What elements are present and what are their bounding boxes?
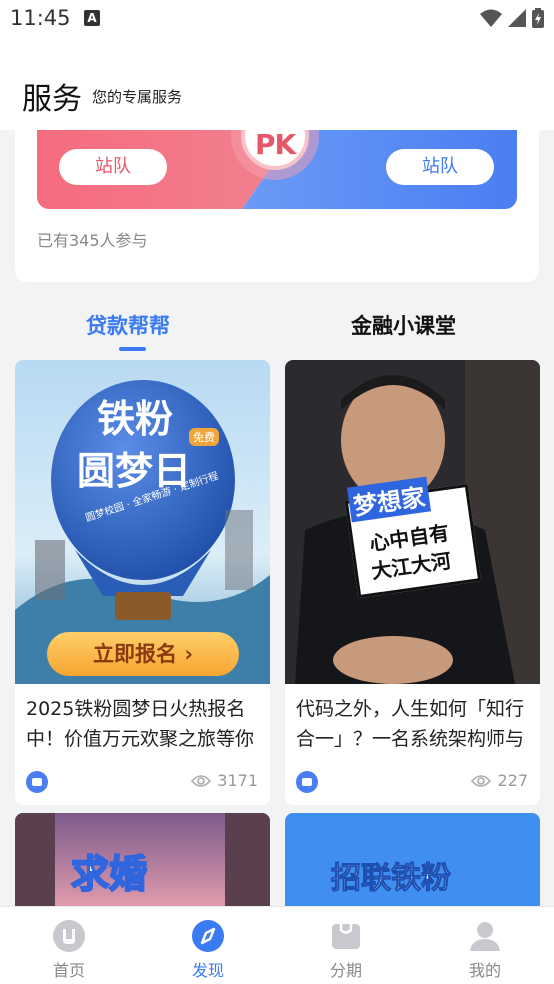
discover-icon — [192, 920, 224, 952]
article-card[interactable]: 招联铁粉 — [285, 813, 540, 913]
nav-home-label: 首页 — [52, 961, 85, 980]
nav-profile[interactable]: 我的 — [435, 907, 535, 984]
card-caption: 2025铁粉圆梦日火热报名中！价值万元欢聚之旅等你 — [26, 698, 255, 750]
tab-loan-help[interactable]: 贷款帮帮 — [86, 310, 170, 340]
fan-event-image: 招联铁粉 — [285, 813, 540, 913]
signal-icon — [508, 9, 526, 27]
page-header: 服务 您的专属服务 — [0, 38, 554, 130]
balloon-event-image: 铁粉 圆梦日 免费 圆梦校园 · 全家畅游 · 定制行程 立即报名 › — [15, 360, 270, 684]
page-subtitle: 您的专属服务 — [92, 88, 183, 106]
home-icon — [53, 920, 85, 952]
card-caption: 代码之外，人生如何「知行合一」？一名系统架构师与 — [296, 698, 525, 750]
signup-cta: 立即报名 › — [93, 642, 193, 666]
nav-discover-label: 发现 — [191, 961, 224, 980]
tab-finance-class[interactable]: 金融小课堂 — [351, 310, 456, 340]
bottom-navigation: 首页 发现 分期 我的 — [0, 906, 554, 984]
view-count-value: 227 — [497, 771, 528, 790]
interview-photo: 梦想家 心中自有 大江大河 — [285, 360, 540, 684]
pk-left-team-button[interactable]: 站队 — [59, 149, 167, 185]
nav-profile-label: 我的 — [468, 961, 501, 980]
wifi-icon — [480, 9, 502, 27]
page-title: 服务 — [22, 82, 82, 117]
article-card[interactable]: 求婚 — [15, 813, 270, 913]
fan-event-title: 招联铁粉 — [331, 861, 452, 897]
article-card[interactable]: 梦想家 心中自有 大江大河 代码之外，人生如何「知行合一」？一名系统架构师与 2… — [285, 360, 540, 805]
nav-discover[interactable]: 发现 — [158, 907, 258, 984]
notification-a-icon: A — [84, 10, 100, 26]
nav-installment[interactable]: 分期 — [296, 907, 396, 984]
publisher-logo-icon — [26, 771, 48, 793]
proposal-image: 求婚 — [15, 813, 270, 913]
view-count: 3171 — [191, 771, 258, 790]
view-count: 227 — [471, 771, 528, 790]
pk-badge: PK — [255, 130, 296, 161]
participants-count: 已有345人参与 — [37, 231, 148, 250]
proposal-title: 求婚 — [70, 851, 148, 897]
view-count-value: 3171 — [217, 771, 258, 790]
active-tab-indicator — [119, 347, 146, 351]
content-tabs: 贷款帮帮 金融小课堂 — [0, 300, 554, 356]
balloon-title-line1: 铁粉 — [97, 396, 174, 441]
eye-icon — [191, 774, 212, 787]
free-badge: 免费 — [189, 428, 219, 446]
pk-vote-card: PK 站队 站队 已有345人参与 — [15, 130, 539, 282]
installment-icon — [332, 924, 360, 949]
nav-home[interactable]: 首页 — [19, 907, 119, 984]
article-card[interactable]: 铁粉 圆梦日 免费 圆梦校园 · 全家畅游 · 定制行程 立即报名 › 2025… — [15, 360, 270, 805]
status-icons — [480, 8, 544, 28]
eye-icon — [471, 774, 492, 787]
nav-installment-label: 分期 — [329, 961, 362, 980]
status-time: 11:45 — [10, 6, 71, 30]
battery-icon — [532, 8, 544, 28]
pk-right-team-button[interactable]: 站队 — [386, 149, 494, 185]
profile-icon — [470, 922, 500, 951]
status-bar: 11:45 A — [0, 0, 554, 38]
publisher-logo-icon — [296, 771, 318, 793]
